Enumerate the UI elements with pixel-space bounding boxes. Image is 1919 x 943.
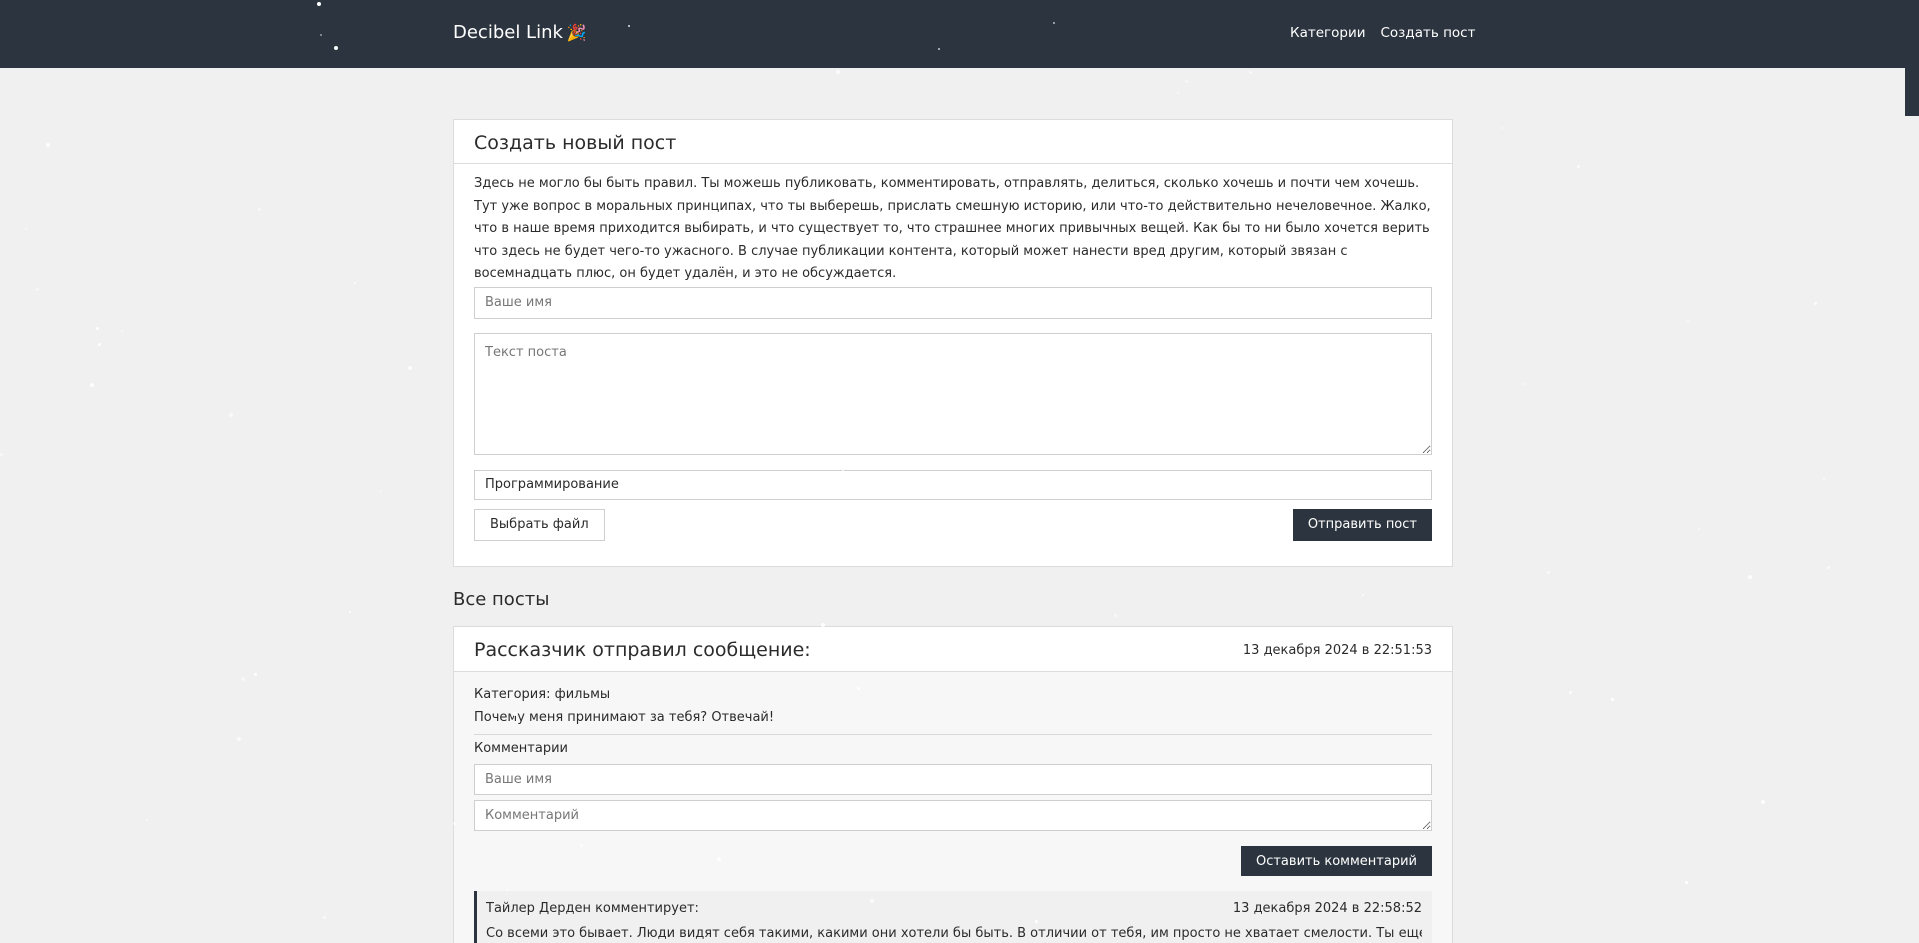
post-card: Рассказчик отправил сообщение: 13 декабр… (453, 626, 1453, 943)
nav-links: Категории Создать пост (1290, 25, 1475, 41)
party-popper-icon: 🎉 (566, 23, 587, 42)
create-post-card: Создать новый пост Здесь не могло бы быт… (453, 119, 1453, 567)
snowflake (98, 343, 101, 346)
snowflake (1827, 566, 1830, 569)
snowflake (1823, 478, 1825, 480)
comment-item: Тайлер Дерден комментирует: 13 декабря 2… (474, 891, 1432, 943)
snowflake (408, 366, 412, 370)
brand-logo-link[interactable]: Decibel Link 🎉 (453, 22, 587, 43)
snowflake (1524, 383, 1526, 385)
snowflake (1177, 92, 1179, 94)
snowflake (1687, 320, 1689, 322)
snowflake (1698, 528, 1700, 530)
snowflake (229, 413, 233, 417)
snowflake (323, 916, 326, 919)
snowflake (0, 453, 3, 456)
brand-name: Decibel Link (453, 22, 563, 43)
nav-link-categories[interactable]: Категории (1290, 25, 1366, 41)
snowflake (146, 819, 148, 821)
snowflake (1814, 302, 1817, 305)
comment-author: Тайлер Дерден комментирует: (486, 901, 699, 916)
snowflake (237, 737, 241, 741)
snowflake (1577, 165, 1580, 168)
snowflake (380, 490, 382, 492)
choose-file-button[interactable]: Выбрать файл (474, 508, 605, 541)
nav-link-create-post[interactable]: Создать пост (1381, 25, 1476, 41)
snowflake (254, 673, 257, 676)
snowflake (1685, 881, 1688, 884)
comment-date: 13 декабря 2024 в 22:58:52 (1232, 901, 1422, 916)
snowflake (1249, 71, 1252, 74)
snowflake (1569, 691, 1572, 694)
top-navbar: Decibel Link 🎉 Категории Создать пост (0, 0, 1919, 68)
comment-text: Со всеми это бывает. Люди видят себя так… (486, 926, 1422, 941)
snowflake (349, 611, 351, 613)
comment-textarea[interactable] (474, 800, 1432, 831)
snowflake (1114, 614, 1117, 617)
post-title: Рассказчик отправил сообщение: (474, 639, 811, 661)
create-post-title: Создать новый пост (454, 120, 1452, 164)
snowflake (25, 228, 27, 230)
snowflake (46, 143, 50, 147)
snowflake (1761, 800, 1765, 804)
snowflake (36, 288, 39, 291)
comment-name-input[interactable] (474, 764, 1432, 795)
snowflake (1185, 80, 1188, 83)
snowflake (258, 208, 261, 211)
snowflake (96, 327, 99, 330)
post-category: Категория: фильмы (474, 687, 611, 702)
comments-label: Комментарии (474, 741, 568, 756)
all-posts-heading: Все посты (453, 589, 550, 610)
snowflake (836, 70, 840, 74)
submit-post-button[interactable]: Отправить пост (1292, 508, 1432, 541)
post-text: Почему меня принимают за тебя? Отвечай! (474, 710, 775, 725)
snowflake (1547, 571, 1550, 574)
post-text-textarea[interactable] (474, 332, 1432, 455)
rules-intro-text: Здесь не могло бы быть правил. Ты можешь… (474, 176, 1431, 281)
post-date: 13 декабря 2024 в 22:51:53 (1242, 642, 1432, 658)
post-divider (474, 734, 1432, 735)
snowflake (1611, 698, 1614, 701)
snowflake (121, 330, 123, 332)
leave-comment-button[interactable]: Оставить комментарий (1240, 846, 1432, 876)
snowflake (1748, 575, 1752, 579)
scrollbar-thumb[interactable] (1905, 68, 1919, 116)
snowflake (1502, 127, 1504, 129)
snowflake (354, 282, 356, 284)
category-select-value: Программирование (485, 476, 619, 492)
snowflake (241, 677, 245, 681)
author-name-input[interactable] (474, 286, 1432, 319)
snowflake (90, 383, 94, 387)
category-select[interactable]: Программирование (474, 469, 1432, 500)
